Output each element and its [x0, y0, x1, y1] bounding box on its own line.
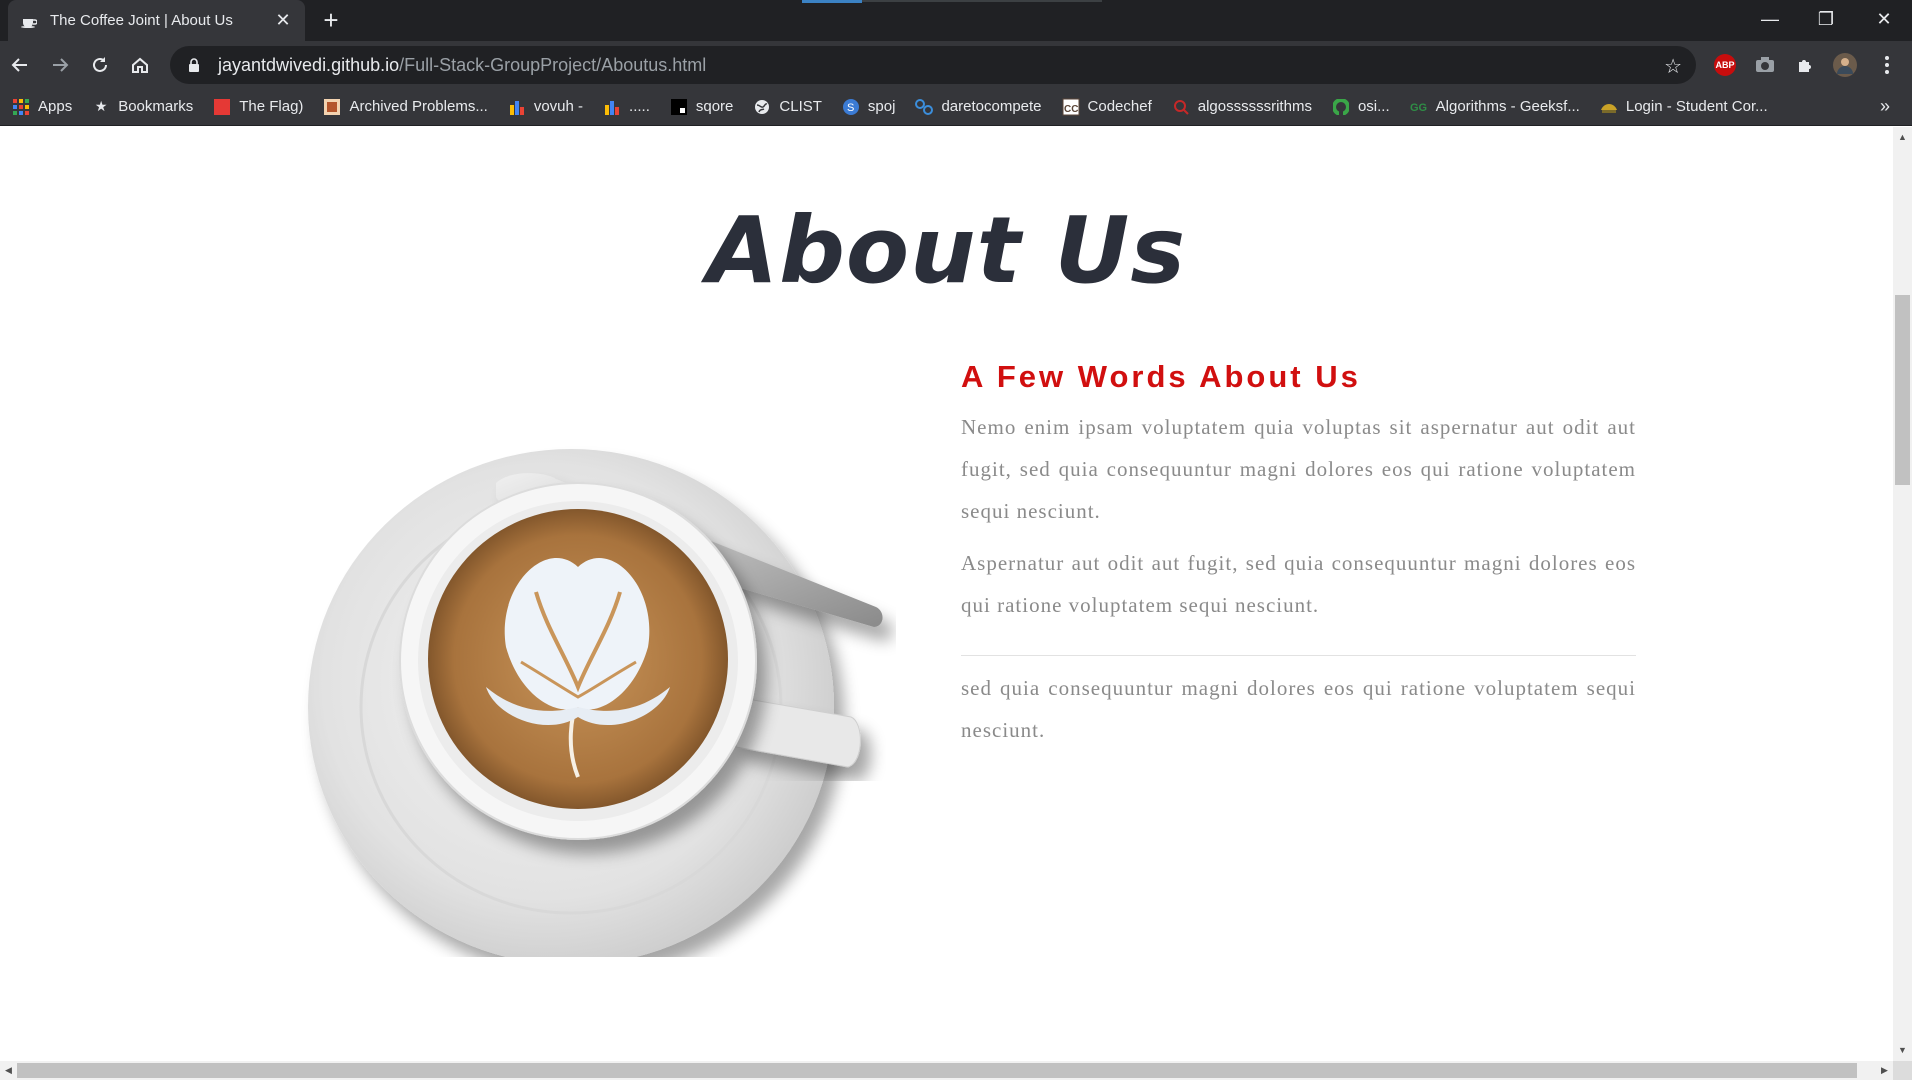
- forward-button[interactable]: [44, 49, 76, 81]
- about-paragraph-2: Aspernatur aut odit aut fugit, sed quia …: [961, 551, 1636, 617]
- search-icon: [1172, 98, 1190, 116]
- bookmark-the-flag[interactable]: The Flag): [213, 98, 303, 116]
- url-host: jayantdwivedi.github.io: [218, 54, 400, 75]
- horizontal-scrollbar[interactable]: ◀ ▶: [0, 1061, 1893, 1080]
- bar-chart-icon: [508, 98, 526, 116]
- tab-loading-indicator: [802, 0, 862, 3]
- bookmark-label: Archived Problems...: [349, 98, 488, 115]
- browser-toolbar: jayantdwivedi.github.io/Full-Stack-Group…: [0, 41, 1912, 88]
- bookmark-algossssssrithms[interactable]: algossssssrithms: [1172, 98, 1312, 116]
- minimize-button[interactable]: —: [1742, 0, 1798, 38]
- adblock-plus-icon[interactable]: ABP: [1712, 53, 1738, 77]
- arrow-left-icon: [11, 58, 27, 72]
- arrow-right-icon: [53, 58, 69, 72]
- bookmark-star-icon[interactable]: ☆: [1664, 54, 1682, 79]
- bookmark-sqore[interactable]: sqore: [670, 98, 734, 116]
- spoj-icon: S: [842, 98, 860, 116]
- scroll-left-arrow-icon[interactable]: ◀: [0, 1061, 17, 1080]
- section-heading: A Few Words About Us: [961, 359, 1361, 394]
- bookmark-label: sqore: [695, 98, 734, 115]
- reload-button[interactable]: [84, 49, 116, 81]
- star-icon: ★: [94, 98, 108, 114]
- bookmark-label: Codechef: [1087, 98, 1152, 115]
- bookmark-label: spoj: [867, 98, 896, 115]
- bookmark-label: daretocompete: [941, 98, 1042, 115]
- bookmark-label: Login - Student Cor...: [1625, 98, 1768, 115]
- bookmark-spoj[interactable]: S spoj: [842, 98, 896, 116]
- bookmark-label: Apps: [38, 98, 73, 115]
- bookmark-vovuh[interactable]: vovuh -: [508, 98, 583, 116]
- extensions-puzzle-icon[interactable]: [1792, 53, 1818, 77]
- bookmark-label: .....: [629, 98, 650, 115]
- restore-button[interactable]: ❐: [1798, 0, 1854, 38]
- home-icon: [132, 57, 148, 73]
- bookmark-label: Bookmarks: [118, 98, 194, 115]
- reload-icon: [93, 57, 107, 72]
- bookmark-label: Algorithms - Geeksf...: [1435, 98, 1580, 115]
- archive-icon: [323, 98, 341, 116]
- about-paragraph-1: Nemo enim ipsam voluptatem quia voluptas…: [961, 415, 1636, 523]
- osi-icon: [1332, 98, 1350, 116]
- bookmark-codechef[interactable]: CC Codechef: [1062, 98, 1152, 116]
- link-icon: [915, 98, 934, 116]
- profile-avatar[interactable]: [1832, 53, 1858, 77]
- bookmark-apps[interactable]: Apps: [12, 98, 72, 116]
- bookmark-label: The Flag): [239, 98, 304, 115]
- tab-strip-track: [862, 0, 1102, 2]
- tab-strip: The Coffee Joint | About Us ✕ + — ❐ ✕: [0, 0, 1912, 41]
- scroll-up-arrow-icon[interactable]: ▲: [1893, 129, 1912, 146]
- back-button[interactable]: [4, 49, 36, 81]
- globe-icon: [753, 98, 771, 116]
- scroll-down-arrow-icon[interactable]: ▼: [1893, 1042, 1912, 1059]
- lock-icon: [186, 57, 202, 73]
- apps-grid-icon: [12, 98, 30, 116]
- login-icon: [1600, 98, 1618, 116]
- bookmark-label: vovuh -: [533, 98, 584, 115]
- svg-text:S: S: [847, 102, 854, 114]
- bar-chart-icon: [603, 98, 621, 116]
- bookmark-dots[interactable]: .....: [603, 98, 650, 116]
- close-tab-icon[interactable]: ✕: [273, 10, 293, 31]
- new-tab-button[interactable]: +: [318, 7, 344, 34]
- address-bar[interactable]: jayantdwivedi.github.io/Full-Stack-Group…: [170, 46, 1696, 84]
- about-paragraph-3: sed quia consequuntur magni dolores eos …: [961, 676, 1636, 742]
- bookmark-label: CLIST: [779, 98, 822, 115]
- square-icon: [670, 98, 688, 116]
- bookmark-label: osi...: [1357, 98, 1390, 115]
- divider: [961, 655, 1636, 656]
- bookmark-daretocompete[interactable]: daretocompete: [915, 98, 1042, 116]
- page-viewport: About Us A Few Words About Us Nemo enim …: [0, 127, 1893, 1061]
- bookmarks-overflow-button[interactable]: »: [1880, 96, 1890, 117]
- home-button[interactable]: [124, 49, 156, 81]
- url-path: /Full-Stack-GroupProject/Aboutus.html: [399, 54, 707, 75]
- vertical-scrollbar[interactable]: ▲ ▼: [1893, 127, 1912, 1061]
- scroll-right-arrow-icon[interactable]: ▶: [1876, 1061, 1893, 1080]
- tab-title: The Coffee Joint | About Us: [50, 12, 233, 29]
- flag-icon: [213, 98, 231, 116]
- bookmarks-bar: Apps ★ Bookmarks The Flag) Archived Prob…: [0, 88, 1912, 126]
- menu-kebab-icon[interactable]: [1874, 53, 1900, 77]
- svg-text:CC: CC: [1064, 104, 1078, 115]
- bookmark-osi[interactable]: osi...: [1332, 98, 1390, 116]
- bookmark-label: algossssssrithms: [1197, 98, 1312, 115]
- coffee-cup-image: [296, 417, 896, 965]
- svg-text:GG: GG: [1410, 102, 1427, 114]
- bookmark-login-student[interactable]: Login - Student Cor...: [1600, 98, 1768, 116]
- page-title: About Us: [706, 197, 1187, 304]
- bookmark-archived-problems[interactable]: Archived Problems...: [323, 98, 488, 116]
- coffee-cup-icon: [20, 12, 38, 30]
- bookmark-bookmarks[interactable]: ★ Bookmarks: [92, 98, 193, 116]
- active-tab[interactable]: The Coffee Joint | About Us ✕: [8, 0, 305, 41]
- codechef-icon: CC: [1062, 98, 1080, 116]
- camera-icon[interactable]: [1752, 53, 1778, 77]
- close-window-button[interactable]: ✕: [1856, 0, 1912, 38]
- bookmark-algorithms-geeks[interactable]: GG Algorithms - Geeksf...: [1410, 98, 1580, 116]
- scrollbar-corner: [1893, 1061, 1912, 1080]
- vertical-scroll-thumb[interactable]: [1895, 295, 1910, 485]
- geeks-icon: GG: [1410, 98, 1428, 116]
- horizontal-scroll-thumb[interactable]: [17, 1063, 1857, 1078]
- bookmark-clist[interactable]: CLIST: [753, 98, 822, 116]
